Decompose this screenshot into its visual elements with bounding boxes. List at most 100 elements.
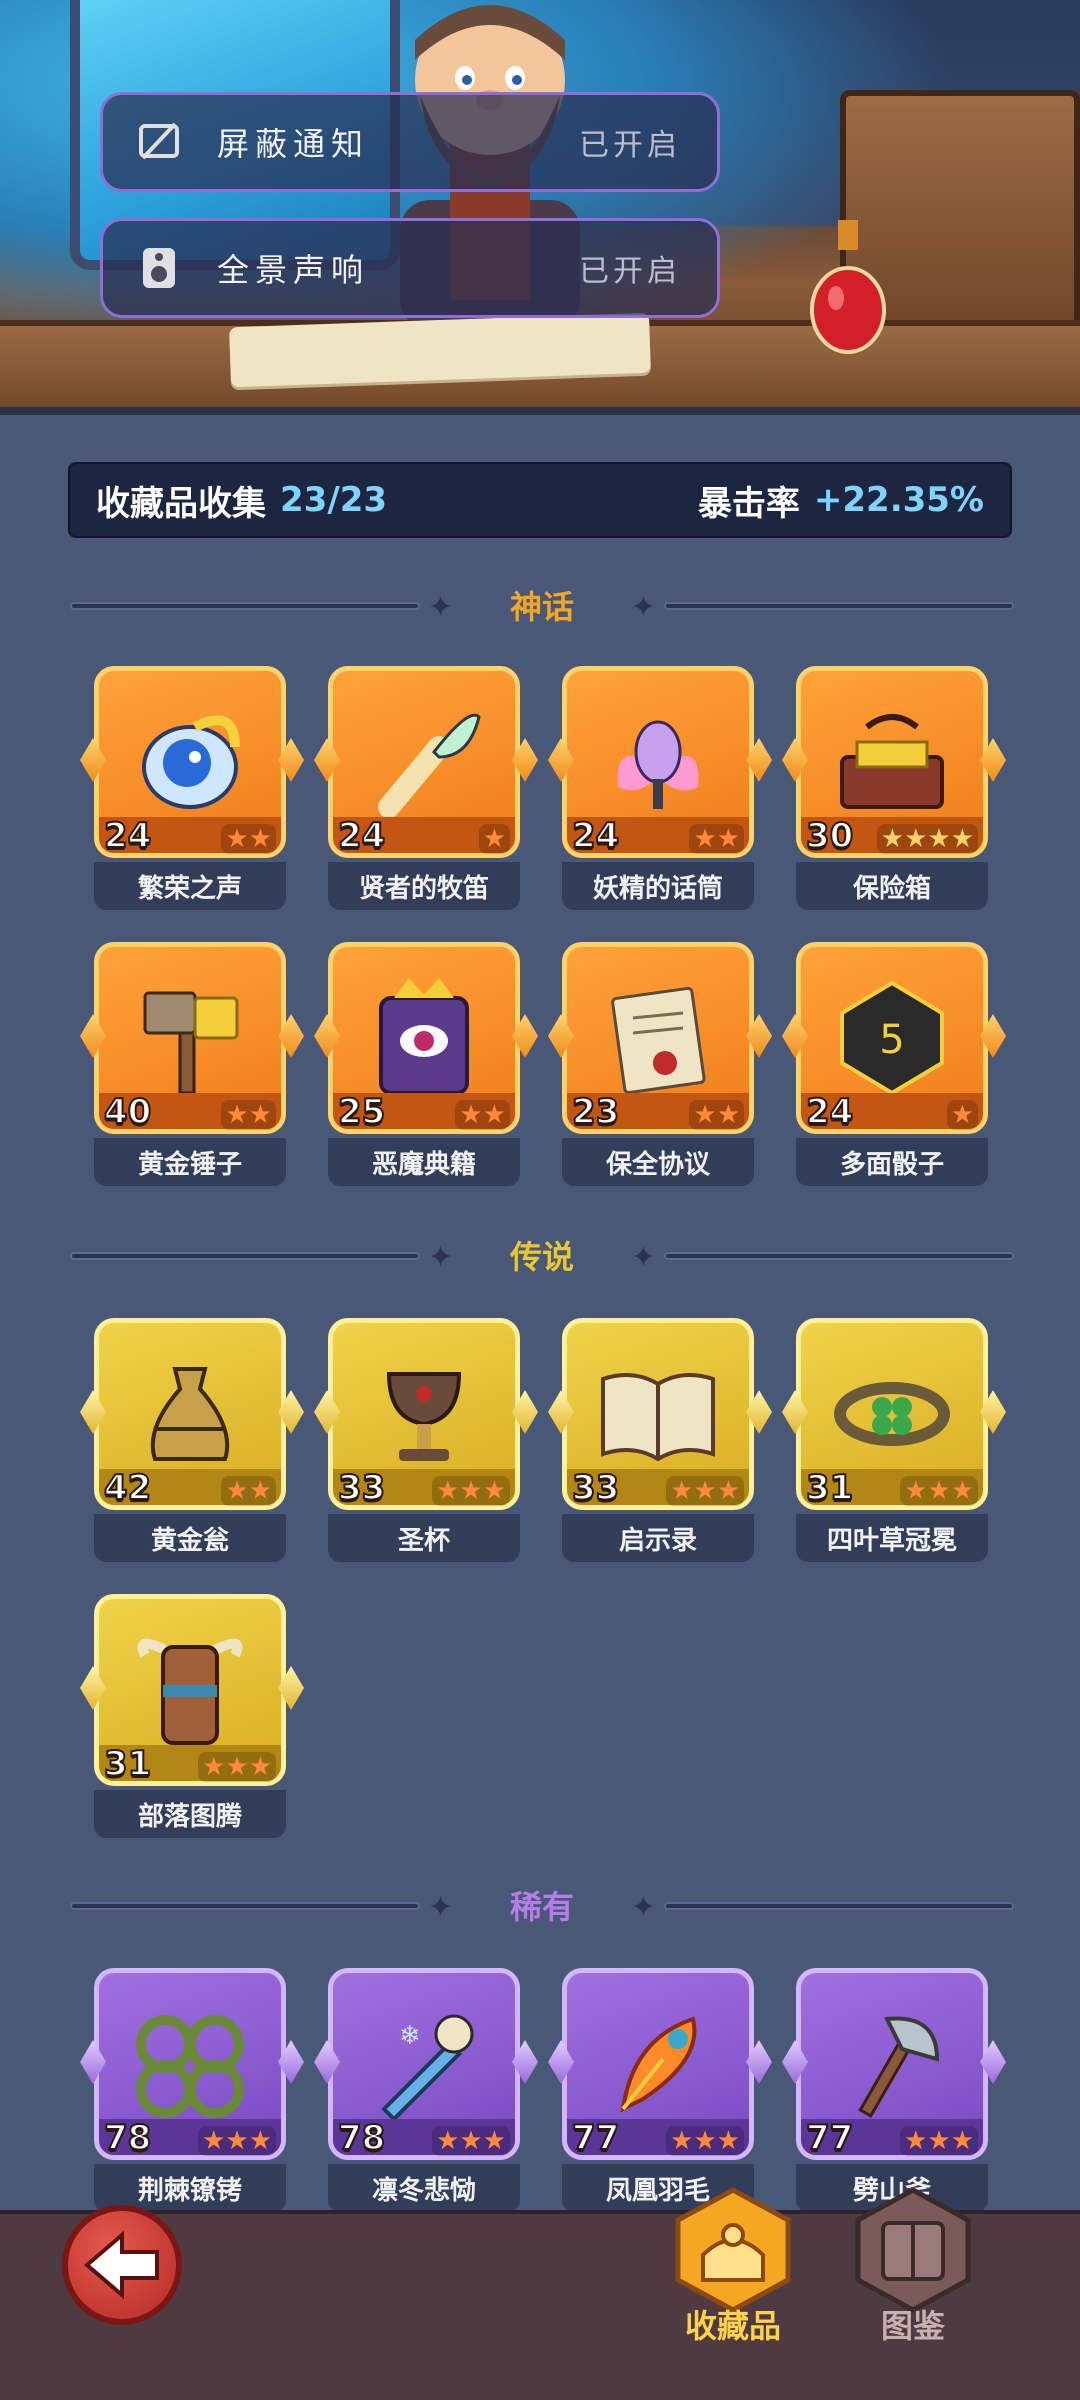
collectible-card[interactable]: 24 ★ 贤者的牧笛 — [314, 666, 538, 916]
item-level: 25 — [337, 1091, 386, 1133]
section-title: 传说 — [509, 1238, 574, 1276]
star-rating: ★ ★ — [221, 824, 276, 854]
setting-label: 全景声响 — [217, 251, 370, 289]
item-name: 保全协议 — [562, 1138, 754, 1186]
collectible-card[interactable]: 33 ★ ★ ★ 启示录 — [548, 1318, 772, 1568]
crit-value: +22.35% — [813, 480, 984, 520]
item-level: 77 — [571, 2117, 620, 2159]
star-rating: ★ ★ ★ — [666, 1476, 744, 1506]
item-level: 78 — [103, 2117, 152, 2159]
star-rating: ★ ★ ★ — [900, 2126, 978, 2156]
item-level: 40 — [103, 1091, 152, 1133]
sparkle-icon: ✦ — [630, 1240, 656, 1275]
star-rating: ★ ★ ★ ★ — [876, 824, 978, 854]
tab-collection[interactable]: 收藏品 — [658, 2185, 808, 2375]
section-header-legend: ✦ ✦ 传说 — [70, 1232, 1014, 1278]
collectible-card[interactable]: 24 ★ ★ 妖精的话筒 — [548, 666, 772, 916]
collectible-card[interactable]: 30 ★ ★ ★ ★ 保险箱 — [782, 666, 1006, 916]
item-level: 24 — [805, 1091, 854, 1133]
collectible-card[interactable]: 31 ★ ★ ★ 部落图腾 — [80, 1594, 304, 1844]
item-level: 23 — [571, 1091, 620, 1133]
star-rating: ★ ★ ★ — [432, 2126, 510, 2156]
star-rating: ★ ★ ★ — [198, 1752, 276, 1782]
item-level: 42 — [103, 1467, 152, 1509]
item-level: 24 — [103, 815, 152, 857]
item-name: 贤者的牧笛 — [328, 862, 520, 910]
svg-text:❄: ❄ — [399, 2021, 421, 2051]
setting-panorama-sound[interactable]: 全景声响 已开启 — [100, 218, 720, 318]
star-rating: ★ — [478, 824, 510, 854]
item-name: 部落图腾 — [94, 1790, 286, 1838]
speaker-icon — [131, 240, 187, 296]
item-level: 30 — [805, 815, 854, 857]
item-level: 78 — [337, 2117, 386, 2159]
collectible-card[interactable]: ❄ 78 ★ ★ ★ 凛冬悲恸 — [314, 1968, 538, 2218]
item-level: 77 — [805, 2117, 854, 2159]
back-button[interactable] — [62, 2205, 182, 2325]
item-name: 黄金锤子 — [94, 1138, 286, 1186]
star-rating: ★ ★ — [221, 1476, 276, 1506]
sparkle-icon: ✦ — [428, 1240, 454, 1275]
collection-value: 23/23 — [280, 480, 388, 520]
collection-icon — [668, 2185, 798, 2315]
star-rating: ★ ★ ★ — [198, 2126, 276, 2156]
star-rating: ★ ★ — [689, 824, 744, 854]
item-name: 恶魔典籍 — [328, 1138, 520, 1186]
collectible-card[interactable]: 23 ★ ★ 保全协议 — [548, 942, 772, 1192]
section-header-mythic: ✦ ✦ 神话 — [70, 582, 1014, 628]
item-name: 凛冬悲恸 — [328, 2164, 520, 2212]
collectible-card[interactable]: 31 ★ ★ ★ 四叶草冠冕 — [782, 1318, 1006, 1568]
collectible-card[interactable]: 5 24 ★ 多面骰子 — [782, 942, 1006, 1192]
shop-scene — [0, 0, 1080, 415]
item-name: 繁荣之声 — [94, 862, 286, 910]
collectible-card[interactable]: 40 ★ ★ 黄金锤子 — [80, 942, 304, 1192]
item-level: 24 — [571, 815, 620, 857]
section-header-rare: ✦ ✦ 稀有 — [70, 1882, 1014, 1928]
tab-codex[interactable]: 图鉴 — [838, 2185, 988, 2375]
star-rating: ★ ★ — [221, 1100, 276, 1130]
collection-label: 收藏品收集 — [96, 483, 266, 524]
setting-mute-notification[interactable]: 屏蔽通知 已开启 — [100, 92, 720, 192]
mute-notification-icon — [131, 114, 187, 170]
sparkle-icon: ✦ — [630, 590, 656, 625]
sparkle-icon: ✦ — [428, 590, 454, 625]
tab-label: 图鉴 — [880, 2307, 945, 2345]
item-name: 妖精的话筒 — [562, 862, 754, 910]
collection-summary-bar: 收藏品收集 23/23 暴击率 +22.35% — [68, 462, 1012, 538]
star-rating: ★ ★ — [455, 1100, 510, 1130]
star-rating: ★ ★ — [689, 1100, 744, 1130]
section-title: 稀有 — [509, 1888, 574, 1926]
item-level: 31 — [103, 1743, 152, 1785]
setting-status: 已开启 — [579, 254, 681, 289]
crit-label: 暴击率 — [697, 483, 800, 524]
collectible-card[interactable]: 77 ★ ★ ★ 凤凰羽毛 — [548, 1968, 772, 2218]
item-level: 31 — [805, 1467, 854, 1509]
item-level: 33 — [337, 1467, 386, 1509]
item-name: 启示录 — [562, 1514, 754, 1562]
collectible-card[interactable]: 42 ★ ★ 黄金瓮 — [80, 1318, 304, 1568]
collectible-card[interactable]: 78 ★ ★ ★ 荆棘镣铐 — [80, 1968, 304, 2218]
item-level: 33 — [571, 1467, 620, 1509]
red-potion-icon — [810, 220, 886, 354]
codex-book-icon — [848, 2185, 978, 2315]
collectible-card[interactable]: 24 ★ ★ 繁荣之声 — [80, 666, 304, 916]
back-arrow-icon — [83, 2230, 159, 2300]
tab-label: 收藏品 — [684, 2307, 781, 2345]
item-level: 24 — [337, 815, 386, 857]
collectible-card[interactable]: 33 ★ ★ ★ 圣杯 — [314, 1318, 538, 1568]
star-rating: ★ ★ ★ — [666, 2126, 744, 2156]
section-title: 神话 — [509, 588, 574, 626]
setting-status: 已开启 — [579, 128, 681, 163]
setting-label: 屏蔽通知 — [217, 125, 370, 163]
star-rating: ★ ★ ★ — [432, 1476, 510, 1506]
sparkle-icon: ✦ — [428, 1890, 454, 1925]
item-name: 四叶草冠冕 — [796, 1514, 988, 1562]
item-name: 圣杯 — [328, 1514, 520, 1562]
collectible-card[interactable]: 77 ★ ★ ★ 劈山斧 — [782, 1968, 1006, 2218]
star-rating: ★ — [946, 1100, 978, 1130]
item-name: 保险箱 — [796, 862, 988, 910]
sparkle-icon: ✦ — [630, 1890, 656, 1925]
svg-text:5: 5 — [879, 1017, 904, 1063]
item-name: 多面骰子 — [796, 1138, 988, 1186]
collectible-card[interactable]: 25 ★ ★ 恶魔典籍 — [314, 942, 538, 1192]
